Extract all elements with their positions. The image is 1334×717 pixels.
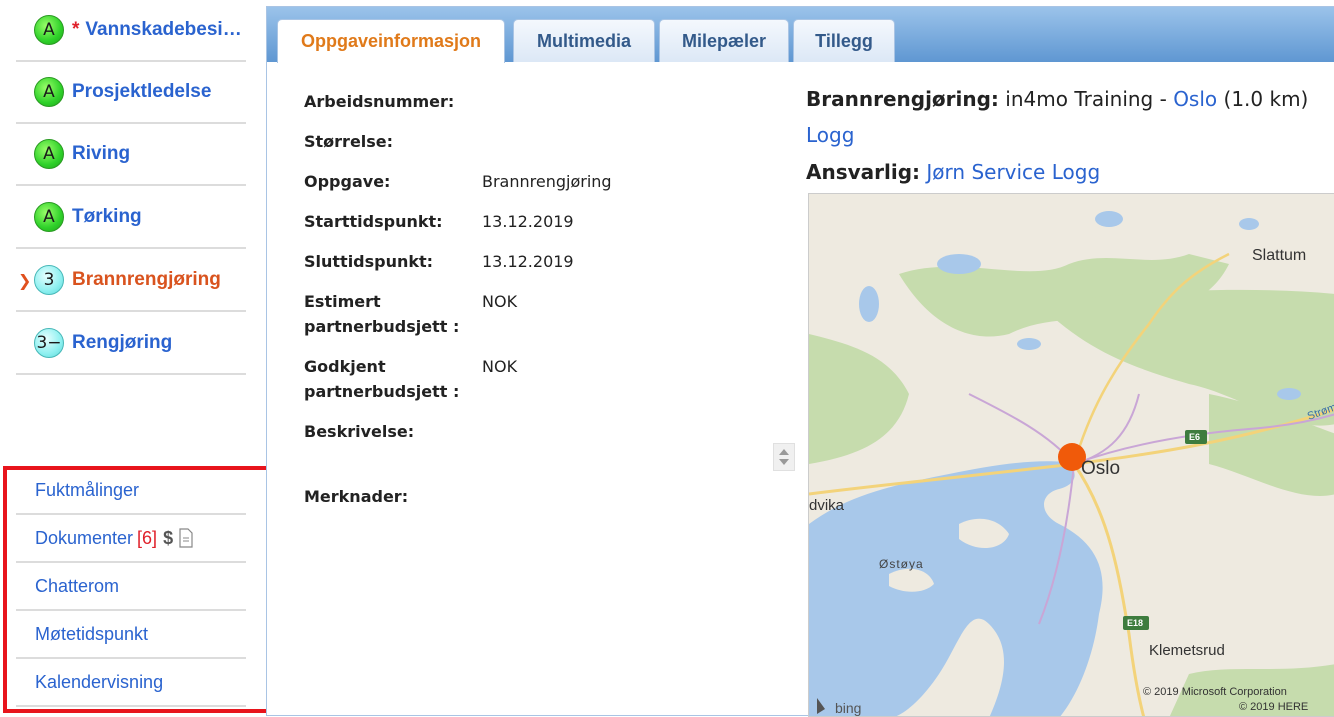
tab-multimedia[interactable]: Multimedia: [513, 19, 655, 62]
sidebar-task-brannrengjoring[interactable]: ❯ 3 Brannrengjøring: [16, 250, 246, 312]
map-label-slattum: Slattum: [1252, 247, 1307, 264]
map-label-dvika: dvika: [809, 497, 845, 514]
bing-logo: bing: [835, 700, 862, 716]
field-label-storrelse: Størrelse:: [304, 132, 394, 151]
sidebar-task-torking[interactable]: A Tørking: [16, 187, 246, 249]
sidebar-task-riving[interactable]: A Riving: [16, 124, 246, 186]
label-line: partnerbudsjett :: [304, 382, 460, 401]
tab-oppgaveinformasjon[interactable]: Oppgaveinformasjon: [277, 19, 505, 63]
sidebar-task-rengjoring[interactable]: 3− Rengjøring: [16, 313, 246, 375]
responsible-link[interactable]: Jørn Service Logg: [926, 160, 1100, 184]
field-label-beskrivelse: Beskrivelse:: [304, 422, 415, 441]
task-label: Riving: [72, 143, 131, 164]
task-type-label: Brannrengjøring:: [806, 87, 999, 111]
map-shield-e18: E18: [1127, 618, 1144, 628]
field-label-sluttidspunkt: Sluttidspunkt:: [304, 252, 434, 271]
field-value-oppgave: Brannrengjøring: [482, 172, 612, 191]
field-label-merknader: Merknader:: [304, 487, 409, 506]
field-label-estimert-budsjett: Estimert partnerbudsjett :: [304, 289, 459, 339]
responsible-line: Ansvarlig: Jørn Service Logg: [806, 160, 1100, 184]
distance-value: (1.0 km): [1223, 87, 1309, 111]
field-value-starttidspunkt: 13.12.2019: [482, 212, 574, 231]
map-graphic: [809, 194, 1334, 716]
field-label-godkjent-budsjett: Godkjent partnerbudsjett :: [304, 354, 459, 404]
task-label: Brannrengjøring: [72, 269, 221, 290]
task-location-line: Brannrengjøring: in4mo Training - Oslo (…: [806, 87, 1308, 111]
status-badge-a: A: [34, 202, 64, 232]
field-value-godkjent-budsjett: NOK: [482, 357, 518, 376]
map-label-ostoya: Østøya: [879, 557, 924, 571]
tab-milepaeler[interactable]: Milepæler: [659, 19, 789, 62]
map-label-oslo: Oslo: [1081, 458, 1121, 479]
tab-bar: Oppgaveinformasjon Multimedia Milepæler …: [267, 7, 1334, 63]
tab-tillegg[interactable]: Tillegg: [793, 19, 895, 62]
city-link[interactable]: Oslo: [1173, 87, 1217, 111]
task-panel: Oppgaveinformasjon Multimedia Milepæler …: [266, 6, 1334, 717]
label-line: partnerbudsjett :: [304, 317, 460, 336]
sidebar: A *Vannskadebesiktigelse A Prosjektledel…: [0, 0, 273, 716]
task-label: *Vannskadebesiktigelse: [72, 19, 244, 41]
status-badge-3-minus: 3−: [34, 328, 64, 358]
field-value-estimert-budsjett: NOK: [482, 292, 518, 311]
field-value-sluttidspunkt: 13.12.2019: [482, 252, 574, 271]
company-name: in4mo Training -: [1005, 87, 1167, 111]
field-label-starttidspunkt: Starttidspunkt:: [304, 212, 443, 231]
sidebar-task-vannskadebesiktigelse[interactable]: A *Vannskadebesiktigelse: [16, 0, 246, 62]
location-map[interactable]: Slattum Oslo dvika Østøya Klemetsrud E6 …: [808, 193, 1334, 717]
log-link[interactable]: Logg: [806, 123, 854, 147]
required-star: *: [72, 19, 80, 40]
field-label-arbeidsnummer: Arbeidsnummer:: [304, 92, 455, 111]
map-shield-e6: E6: [1189, 432, 1201, 442]
field-label-oppgave: Oppgave:: [304, 172, 391, 191]
label-line: Estimert: [304, 292, 381, 311]
resize-scroll-arrows[interactable]: [773, 443, 795, 471]
status-badge-a: A: [34, 15, 64, 45]
task-label: Tørking: [72, 206, 142, 227]
task-label-text: Vannskadebesiktigelse: [85, 19, 244, 40]
task-label: Rengjøring: [72, 332, 173, 353]
map-label-klemetsrud: Klemetsrud: [1149, 642, 1225, 659]
map-copyright-here: © 2019 HERE: [1239, 701, 1309, 713]
status-badge-a: A: [34, 77, 64, 107]
active-chevron-icon: ❯: [18, 270, 32, 290]
task-label: Prosjektledelse: [72, 81, 212, 102]
status-badge-3: 3: [34, 265, 64, 295]
label-line: Godkjent: [304, 357, 386, 376]
sidebar-task-prosjektledelse[interactable]: A Prosjektledelse: [16, 62, 246, 124]
map-copyright-microsoft: © 2019 Microsoft Corporation: [1143, 686, 1287, 698]
highlight-box: [3, 466, 273, 713]
log-line: Logg: [806, 123, 854, 147]
status-badge-a: A: [34, 139, 64, 169]
responsible-label: Ansvarlig:: [806, 160, 921, 184]
